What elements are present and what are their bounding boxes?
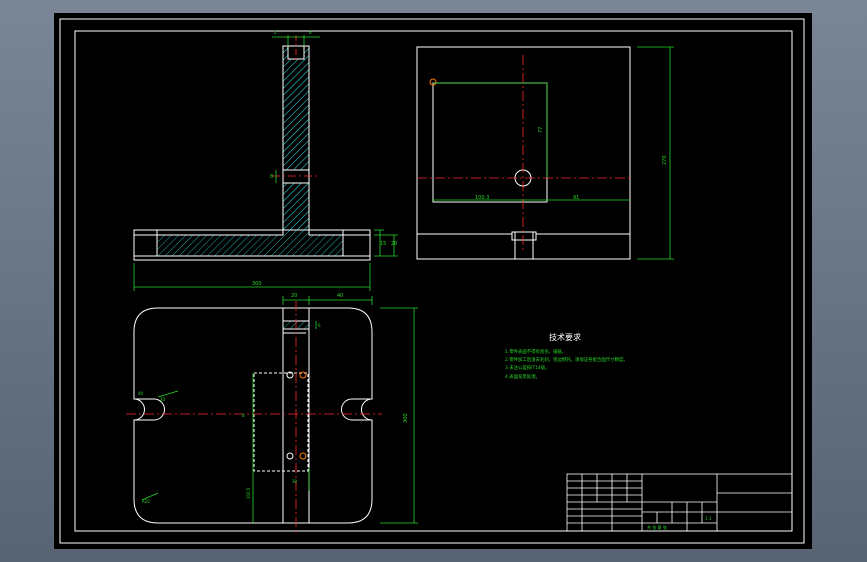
notes-line-2: 2.零件加工后须去毛刺，锐边倒钝，须保证各配合面尺寸精度。 bbox=[505, 356, 628, 363]
title-block-sheet: 共 张 第 张 bbox=[647, 524, 667, 530]
dim-front-right: 91 bbox=[573, 195, 579, 201]
notes-line-1: 1.零件表面不得有划伤、磕碰。 bbox=[505, 348, 566, 355]
dim-plan-f: 100.5 bbox=[246, 487, 251, 499]
technical-notes: 技术要求 1.零件表面不得有划伤、磕碰。 2.零件加工后须去毛刺，锐边倒钝，须保… bbox=[505, 332, 628, 380]
dim-front-overall: 270 bbox=[662, 155, 668, 165]
dim-side-hole: 8 bbox=[270, 174, 273, 180]
dim-plan-d: 40 bbox=[138, 391, 144, 396]
dim-side-width: 300 bbox=[252, 281, 262, 287]
dim-plan-r: R20 bbox=[142, 499, 150, 504]
dim-front-inner: 77 bbox=[538, 127, 544, 133]
dim-side-h2: 20 bbox=[391, 241, 397, 247]
notes-title: 技术要求 bbox=[549, 332, 581, 342]
title-block-scale: 1:1 bbox=[705, 516, 712, 521]
outer-frame bbox=[59, 18, 805, 544]
dim-plan-a: 20 bbox=[291, 293, 297, 299]
dim-plan-g: 30 bbox=[292, 479, 298, 484]
notes-line-3: 3.未注公差按IT14级。 bbox=[505, 364, 550, 371]
dim-plan-c: 6 bbox=[318, 323, 321, 328]
front-view: 77 100.3 91 270 bbox=[416, 46, 674, 260]
dim-front-left: 100.3 bbox=[475, 195, 489, 201]
dim-plan-b: 40 bbox=[337, 293, 343, 299]
dim-plan-side: 8 bbox=[242, 413, 245, 418]
cad-viewport[interactable]: 300 15 20 8 2 6 77 100.3 91 270 20 40 30… bbox=[54, 13, 812, 549]
dim-plan-e: 20 bbox=[160, 397, 166, 402]
side-view: 300 15 20 8 2 6 bbox=[133, 30, 398, 291]
plan-view: 20 40 300 6 40 20 100.5 30 R20 8 bbox=[126, 293, 418, 533]
dim-plan-height: 300 bbox=[403, 413, 409, 423]
title-block bbox=[566, 473, 793, 532]
dim-side-h1: 15 bbox=[380, 241, 386, 247]
notes-line-4: 4.表面发黑处理。 bbox=[505, 373, 540, 380]
